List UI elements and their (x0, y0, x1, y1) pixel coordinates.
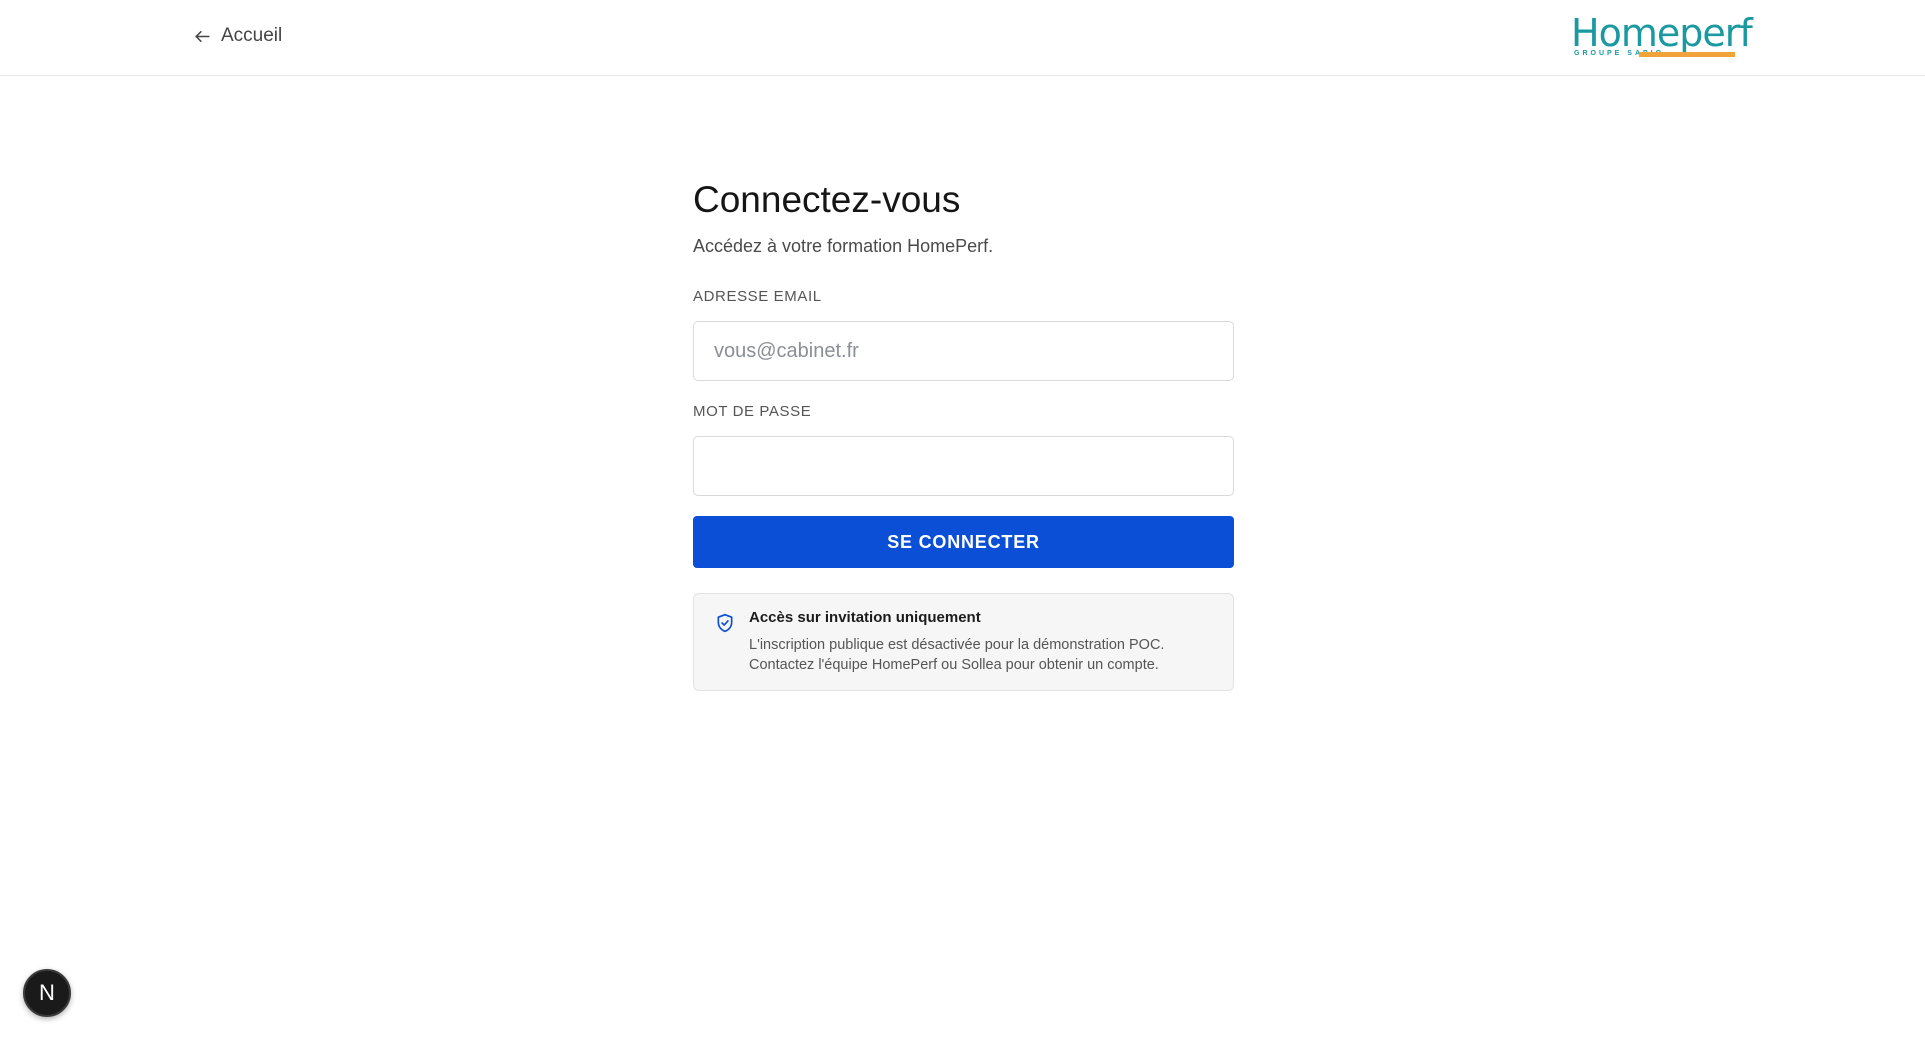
notice-line-1: L'inscription publique est désactivée po… (749, 637, 1165, 653)
email-label: ADRESSE EMAIL (693, 288, 822, 305)
page-subtitle: Accédez à votre formation HomePerf. (693, 236, 994, 256)
notice-title: Accès sur invitation uniquement (749, 609, 981, 626)
logo-accent-bar (1639, 52, 1735, 57)
dev-tools-badge[interactable]: N (23, 969, 71, 1017)
notice-body: L'inscription publique est désactivée po… (749, 635, 1229, 675)
logo-wordmark: Homeperf (1571, 11, 1753, 55)
shield-check-icon (717, 613, 733, 633)
notice-line-2: Contactez l'équipe HomePerf ou Sollea po… (749, 657, 1159, 673)
invitation-notice: Accès sur invitation uniquement L'inscri… (693, 593, 1234, 691)
back-home-label: Accueil (221, 25, 283, 46)
arrow-left-icon (195, 30, 210, 42)
homeperf-logo[interactable]: Homeperf GROUPE SAPIO (1571, 12, 1753, 60)
password-field[interactable] (693, 436, 1234, 496)
page-title: Connectez-vous (693, 179, 961, 220)
back-home-link[interactable]: Accueil (193, 25, 282, 47)
dev-badge-letter: N (39, 980, 55, 1005)
email-field[interactable] (693, 321, 1234, 381)
top-bar: Accueil Homeperf GROUPE SAPIO (0, 0, 1925, 76)
login-panel: Connectez-vous Accédez à votre formation… (693, 170, 1234, 691)
login-button[interactable]: SE CONNECTER (693, 516, 1234, 568)
password-label: MOT DE PASSE (693, 403, 812, 420)
